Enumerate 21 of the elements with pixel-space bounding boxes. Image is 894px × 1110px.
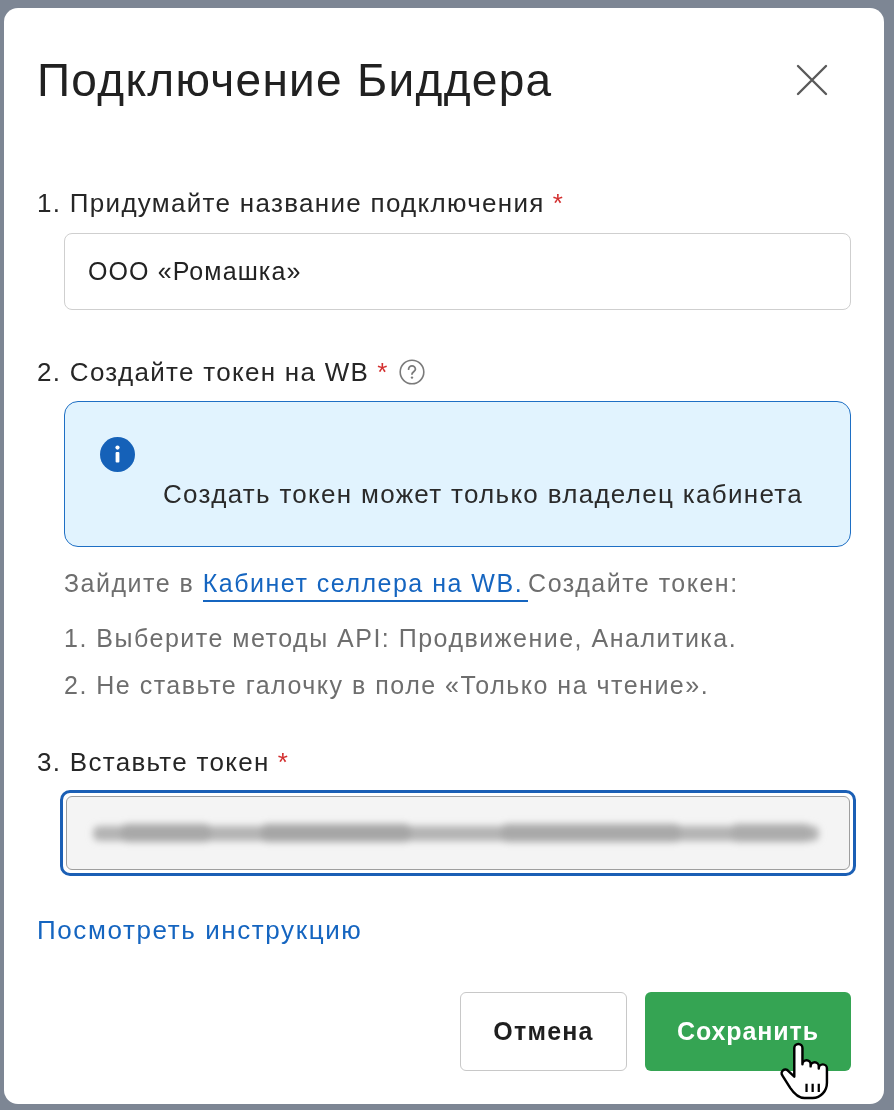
instruction-step: 1. Выберите методы API: Продвижение, Аналитика. [64,622,738,654]
close-icon [796,64,828,96]
cancel-button[interactable]: Отмена [460,992,627,1071]
help-icon[interactable] [399,359,426,385]
token-input[interactable] [60,790,856,876]
save-button[interactable]: Сохранить [645,992,851,1071]
required-mark: * [377,356,388,388]
required-mark: * [552,187,563,219]
dialog-title: Подключение Биддера [37,54,553,106]
field-label: 3. Вставьте токен [37,746,270,778]
field-label: 2. Создайте токен на WB [37,356,370,388]
instruction-link[interactable]: Посмотреть инструкцию [37,914,363,946]
instruction-text: Зайдите в Кабинет селлера на WB. Создайте токен: [64,567,739,599]
seller-cabinet-link[interactable]: Кабинет селлера на WB. [202,569,529,602]
required-mark: * [277,746,288,778]
info-text: Создать токен может только владелец кабинета [163,478,803,510]
instruction-step: 2. Не ставьте галочку в поле «Только на чтение». [64,669,710,701]
close-button[interactable] [796,64,828,96]
info-icon [100,437,135,472]
field-label: 1. Придумайте название подключения [37,187,545,219]
name-input[interactable]: ООО «Ромашка» [64,233,851,310]
